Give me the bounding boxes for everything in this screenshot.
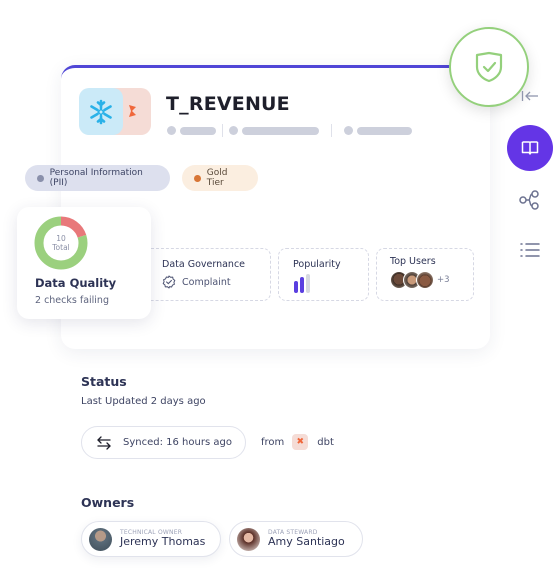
popularity-meter [294, 274, 312, 293]
asset-meta-placeholder [167, 124, 412, 137]
meta-bar [357, 126, 412, 135]
sync-arrows-icon [97, 435, 111, 450]
top-users-avatars: +3 [390, 271, 450, 289]
top-users-box[interactable]: Top Users +3 [376, 248, 474, 301]
donut-center: 10 Total [34, 216, 88, 270]
data-governance-box[interactable]: Data Governance Complaint [151, 248, 271, 301]
sync-source: from ✖ dbt [261, 434, 334, 450]
shield-check-icon [475, 51, 503, 83]
asset-source-logos [79, 88, 151, 135]
asset-title: T_REVENUE [166, 93, 290, 115]
governance-label: Data Governance [162, 259, 246, 270]
lineage-tab-button[interactable] [518, 188, 542, 212]
dbt-icon [129, 105, 136, 117]
checks-total: 10 [56, 233, 66, 243]
snowflake-icon [90, 99, 112, 124]
data-quality-title: Data Quality [35, 276, 117, 290]
source-name[interactable]: dbt [317, 437, 334, 448]
list-icon [520, 243, 540, 257]
popularity-bar [294, 281, 298, 293]
popularity-bar [300, 277, 304, 293]
top-users-label: Top Users [390, 256, 436, 267]
avatar [89, 527, 112, 551]
meta-dot [344, 126, 353, 135]
meta-dot [167, 126, 176, 135]
tag-label: Gold Tier [206, 168, 228, 188]
last-updated-text: Last Updated 2 days ago [81, 396, 206, 407]
status-heading: Status [81, 374, 127, 389]
collapse-left-icon [521, 91, 538, 101]
avatar[interactable] [416, 271, 434, 289]
owners-heading: Owners [81, 495, 135, 510]
data-quality-card[interactable]: 10 Total Data Quality 2 checks failing [17, 207, 151, 319]
meta-separator [331, 124, 332, 137]
meta-separator [222, 124, 223, 137]
tag-dot-icon [37, 174, 44, 182]
owner-data-steward[interactable]: DATA STEWARD Amy Santiago [229, 521, 363, 557]
governance-value: Complaint [162, 275, 231, 289]
from-label: from [261, 436, 285, 448]
popularity-box[interactable]: Popularity [278, 248, 369, 301]
tag-gold-tier[interactable]: Gold Tier [182, 165, 258, 191]
verified-badge[interactable] [449, 27, 529, 107]
tag-pii[interactable]: Personal Information (PII) [25, 165, 170, 191]
tag-dot-icon [194, 174, 201, 182]
collapse-panel-button[interactable] [518, 86, 542, 106]
columns-tab-button[interactable] [518, 238, 542, 262]
book-icon [521, 141, 539, 155]
checks-total-label: Total [52, 243, 70, 252]
owner-technical[interactable]: TECHNICAL OWNER Jeremy Thomas [81, 521, 221, 557]
owner-name: Amy Santiago [268, 535, 345, 549]
dbt-icon: ✖ [292, 434, 309, 450]
verified-badge-icon [162, 275, 176, 289]
overview-tab-button[interactable] [507, 125, 553, 171]
lineage-icon [519, 190, 539, 210]
popularity-label: Popularity [293, 259, 341, 270]
meta-bar [242, 126, 319, 135]
owner-name: Jeremy Thomas [120, 535, 206, 549]
avatar [237, 527, 260, 551]
sync-status-text: Synced: 16 hours ago [123, 437, 232, 448]
more-users-count[interactable]: +3 [437, 275, 450, 285]
popularity-bar [306, 274, 310, 293]
tag-label: Personal Information (PII) [49, 168, 143, 188]
meta-bar [180, 126, 216, 135]
sync-status-pill[interactable]: Synced: 16 hours ago [81, 426, 246, 459]
governance-status: Complaint [182, 276, 231, 288]
data-quality-subtitle: 2 checks failing [35, 295, 109, 306]
snowflake-logo [79, 88, 123, 135]
meta-dot [229, 126, 238, 135]
